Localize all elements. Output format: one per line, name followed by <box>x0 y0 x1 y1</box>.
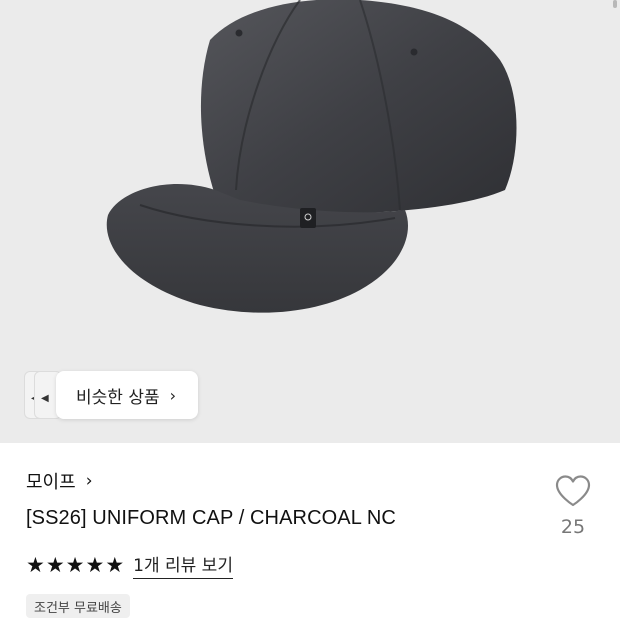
star-filled-icon: ★ <box>105 552 125 577</box>
star-filled-icon: ★ <box>65 552 85 577</box>
product-title: [SS26] UNIFORM CAP / CHARCOAL NC <box>26 507 396 529</box>
cap-mini-icon: ◀ <box>41 393 49 404</box>
similar-products-label: 비슷한 상품 <box>76 387 160 408</box>
rating-stars: ★ ★ ★ ★ ★ <box>26 552 125 577</box>
scroll-indicator <box>613 0 617 8</box>
brand-link[interactable]: 모이프 › <box>26 468 93 494</box>
product-image-area[interactable]: ◀ ◀ 비슷한 상품 › <box>0 0 620 443</box>
review-link[interactable]: 1개 리뷰 보기 <box>133 551 233 579</box>
like-count: 25 <box>560 516 586 538</box>
product-info: 모이프 › [SS26] UNIFORM CAP / CHARCOAL NC 2… <box>0 443 620 620</box>
chevron-right-icon: › <box>85 471 93 491</box>
brand-name: 모이프 <box>26 472 76 493</box>
star-filled-icon: ★ <box>26 552 45 577</box>
similar-products-button[interactable]: 비슷한 상품 › <box>56 371 198 419</box>
star-filled-icon: ★ <box>45 552 65 577</box>
heart-outline-icon <box>555 475 591 507</box>
chevron-right-icon: › <box>169 385 177 405</box>
shipping-badge: 조건부 무료배송 <box>26 594 130 618</box>
star-filled-icon: ★ <box>85 552 105 577</box>
like-button[interactable]: 25 <box>552 474 594 538</box>
rating-row: ★ ★ ★ ★ ★ 1개 리뷰 보기 <box>26 551 233 579</box>
